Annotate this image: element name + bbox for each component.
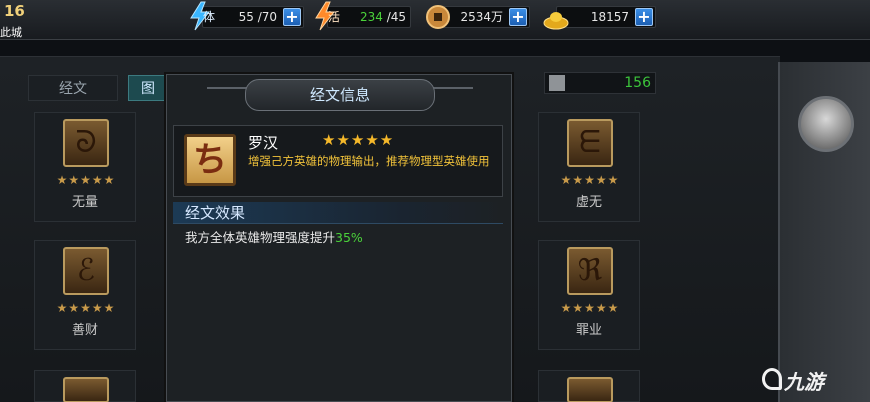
top-resource-bar: 16 此城 体 55 /70 + 活 234 /45 2534万 + 18157… xyxy=(0,0,870,40)
scripture-icon: ち xyxy=(184,134,236,186)
scripture-art: ᗴ xyxy=(567,119,613,167)
header-ornament-right xyxy=(433,87,473,97)
vigor-resource: 活 234 /45 xyxy=(315,1,411,31)
copper-resource: 2534万 + xyxy=(426,5,530,29)
scripture-card-partial[interactable] xyxy=(538,370,640,402)
scripture-stars: ★★★★★ xyxy=(322,131,395,149)
watermark-logo-icon xyxy=(762,368,782,390)
scripture-name: 罪业 xyxy=(575,323,602,338)
scripture-art: ᘐ xyxy=(63,119,109,167)
scripture-art: ℜ xyxy=(567,247,613,295)
gold-value: 18157 xyxy=(590,10,629,24)
joystick-button[interactable] xyxy=(798,96,854,152)
watermark-text: 九游 xyxy=(784,370,824,394)
add-stamina-button[interactable]: + xyxy=(283,8,301,26)
scripture-name: 虚无 xyxy=(575,195,602,210)
effect-header: 经文效果 xyxy=(173,202,503,224)
star-rating: ★★★★★ xyxy=(56,173,116,187)
player-level: 16 xyxy=(4,2,25,20)
scripture-info-modal: 经文信息 ち 罗汉 ★★★★★ 增强己方英雄的物理输出，推荐物理型英雄使用 经文… xyxy=(166,74,512,402)
copper-value: 2534万 xyxy=(460,10,503,24)
count-value: 156 xyxy=(624,75,651,91)
effect-title: 经文效果 xyxy=(185,204,246,222)
modal-title: 经文信息 xyxy=(245,79,435,111)
scripture-art xyxy=(567,377,613,402)
scripture-name: 善财 xyxy=(71,323,98,338)
gold-ingot-icon xyxy=(543,12,569,30)
effect-description: 我方全体英雄物理强度提升35% xyxy=(185,230,363,245)
scripture-card-xuwu[interactable]: ᗴ ★★★★★ 虚无 xyxy=(538,112,640,222)
stamina-resource: 体 55 /70 + xyxy=(190,1,304,31)
add-copper-button[interactable]: + xyxy=(509,8,527,26)
scripture-title: 罗汉 xyxy=(248,134,279,152)
vigor-value: 234 /45 xyxy=(359,10,406,24)
scripture-count: 156 xyxy=(544,72,656,94)
effect-value: 35% xyxy=(335,230,363,245)
star-rating: ★★★★★ xyxy=(560,173,620,187)
scripture-card-partial[interactable] xyxy=(34,370,136,402)
star-rating: ★★★★★ xyxy=(560,301,620,315)
star-rating: ★★★★★ xyxy=(56,301,116,315)
stamina-value: 55 /70 xyxy=(238,10,277,24)
scripture-description: 增强己方英雄的物理输出，推荐物理型英雄使用 xyxy=(248,154,490,168)
tab-scripture[interactable]: 经文 xyxy=(28,75,118,101)
scripture-art xyxy=(63,377,109,402)
scripture-card-shancai[interactable]: ℰ ★★★★★ 善财 xyxy=(34,240,136,350)
vigor-label: 活 xyxy=(328,10,341,24)
coin-icon xyxy=(426,5,450,29)
scripture-card-zuiye[interactable]: ℜ ★★★★★ 罪业 xyxy=(538,240,640,350)
header-ornament-left xyxy=(207,87,247,97)
scripture-card-wuliang[interactable]: ᘐ ★★★★★ 无量 xyxy=(34,112,136,222)
scripture-art: ℰ xyxy=(63,247,109,295)
scroll-icon xyxy=(549,75,565,91)
gold-resource: 18157 + xyxy=(543,6,656,30)
scripture-info-box: ち 罗汉 ★★★★★ 增强己方英雄的物理输出，推荐物理型英雄使用 xyxy=(173,125,503,197)
scripture-name: 无量 xyxy=(71,195,98,210)
add-gold-button[interactable]: + xyxy=(635,8,653,26)
city-name: 此城 xyxy=(0,26,22,39)
tab-illustration[interactable]: 图 xyxy=(128,75,168,101)
stamina-label: 体 xyxy=(203,10,216,24)
